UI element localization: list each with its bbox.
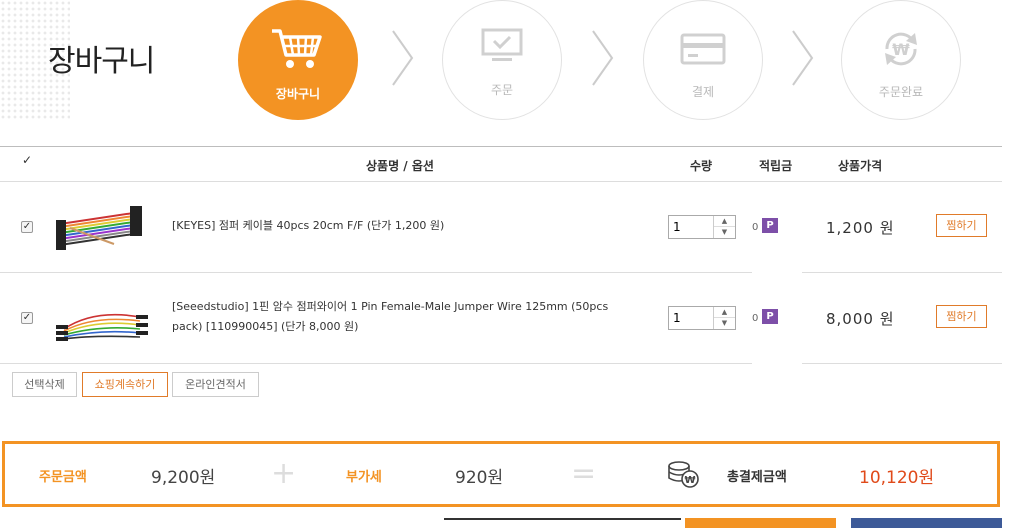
row-checkbox[interactable]: ✓: [21, 221, 33, 233]
wishlist-button[interactable]: 찜하기: [936, 214, 987, 237]
header-points: 적립금: [759, 159, 793, 173]
continue-shopping-button[interactable]: 쇼핑계속하기: [82, 372, 168, 397]
quantity-input[interactable]: [669, 307, 715, 329]
coins-icon: ₩: [668, 461, 699, 488]
decrement-icon[interactable]: ▼: [714, 227, 735, 238]
cart-page: 장바구니 장바구니 주문 결제 ₩ 주문완료 ✓ 상품명 / 옵션 수량 적립금…: [0, 0, 1010, 528]
row-checkbox[interactable]: ✓: [21, 312, 33, 324]
monitor-check-icon: [443, 27, 561, 69]
vat-label: 부가세: [346, 470, 382, 485]
vat-value: 920원: [455, 468, 504, 488]
plus-icon: +: [271, 456, 297, 491]
header-price: 상품가격: [838, 159, 883, 173]
step-cart: 장바구니: [238, 0, 358, 120]
order-all-button[interactable]: [851, 518, 1002, 528]
point-badge-icon: P: [762, 218, 778, 233]
decrement-icon[interactable]: ▼: [714, 318, 735, 329]
equals-icon: =: [571, 456, 597, 491]
step-payment: 결제: [643, 0, 763, 120]
product-name-line: [Seeedstudio] 1핀 암수 점퍼와이어 1 Pin Female-M…: [172, 300, 609, 313]
chevron-right-icon: [392, 30, 414, 86]
wishlist-button[interactable]: 찜하기: [936, 305, 987, 328]
step-label: 주문완료: [878, 85, 924, 99]
quantity-stepper[interactable]: ▲ ▼: [668, 215, 736, 239]
points-column-gap: [752, 357, 802, 371]
product-thumbnail: [56, 313, 148, 341]
bottom-divider: [444, 518, 681, 520]
order-selected-button[interactable]: [685, 518, 836, 528]
quantity-stepper[interactable]: ▲ ▼: [668, 306, 736, 330]
header-qty: 수량: [690, 159, 713, 173]
page-title: 장바구니: [48, 44, 155, 79]
point-badge-icon: P: [762, 309, 778, 324]
table-row: ✓ [KEYES] 점퍼 케이블 40pcs 20cm F/F (단가 1,20…: [0, 182, 1002, 273]
chevron-right-icon: [592, 30, 614, 86]
step-label: 주문: [490, 83, 514, 97]
won-refresh-icon: ₩: [842, 27, 960, 69]
delete-selected-button[interactable]: 선택삭제: [12, 372, 77, 397]
total-payment-label: 총결제금액: [727, 470, 787, 485]
product-name[interactable]: [Seeedstudio] 1핀 암수 점퍼와이어 1 Pin Female-M…: [172, 297, 632, 337]
increment-icon[interactable]: ▲: [714, 216, 735, 227]
step-order: 주문: [442, 0, 562, 120]
points-value: 0: [752, 222, 759, 233]
order-summary: 주문금액 9,200원 + 부가세 920원 = ₩ 총결제금액 10,120원: [2, 441, 1000, 507]
product-name[interactable]: [KEYES] 점퍼 케이블 40pcs 20cm F/F (단가 1,200 …: [172, 216, 632, 236]
increment-icon[interactable]: ▲: [714, 307, 735, 318]
points-column-gap: [752, 266, 802, 280]
quantity-input[interactable]: [669, 216, 715, 238]
select-all-checkbox[interactable]: ✓: [21, 154, 33, 167]
card-icon: [644, 27, 762, 69]
product-price: 1,200 원: [826, 219, 895, 237]
product-price: 8,000 원: [826, 310, 895, 328]
svg-text:₩: ₩: [684, 475, 695, 486]
order-amount-value: 9,200원: [151, 468, 216, 488]
step-complete: ₩ 주문완료: [841, 0, 961, 120]
header-name: 상품명 / 옵션: [366, 159, 434, 173]
table-row: ✓ [Seeedstudio] 1핀 암수 점퍼와이어 1 Pin Female…: [0, 273, 1002, 364]
step-label: 결제: [691, 85, 715, 99]
product-name-line: pack) [110990045] (단가 8,000 원): [172, 320, 359, 333]
step-label: 장바구니: [275, 87, 321, 101]
total-payment-value: 10,120원: [859, 468, 935, 488]
product-thumbnail: [56, 206, 142, 250]
chevron-right-icon: [792, 30, 814, 86]
table-header: ✓ 상품명 / 옵션 수량 적립금 상품가격: [0, 147, 1002, 182]
points-value: 0: [752, 313, 759, 324]
online-quote-button[interactable]: 온라인견적서: [172, 372, 259, 397]
svg-text:₩: ₩: [892, 40, 910, 59]
cart-icon: [239, 27, 357, 69]
order-amount-label: 주문금액: [39, 470, 87, 485]
